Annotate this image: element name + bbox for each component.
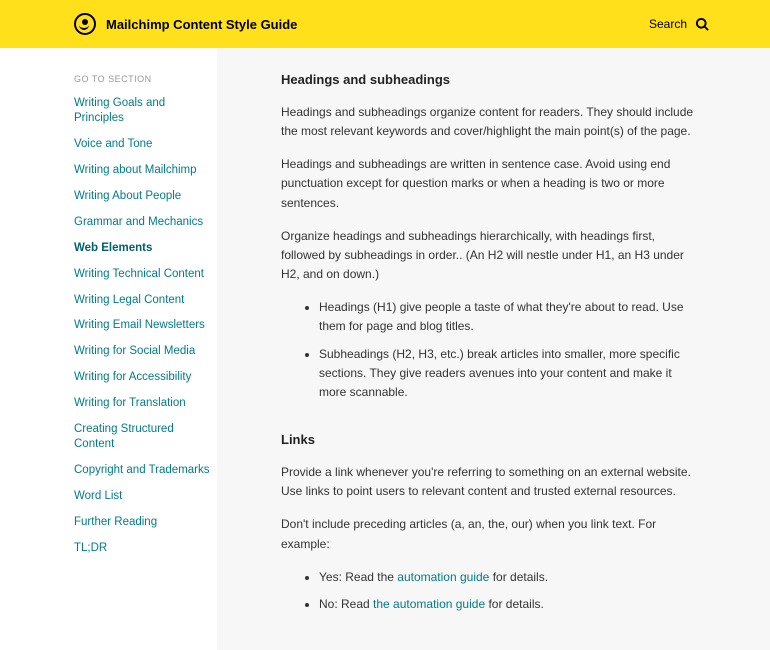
link-automation-guide[interactable]: automation guide xyxy=(397,570,489,584)
site-title: Mailchimp Content Style Guide xyxy=(106,17,297,32)
link-examples-list: Yes: Read the automation guide for detai… xyxy=(281,568,701,614)
sidebar-item[interactable]: TL;DR xyxy=(74,541,217,556)
list-item: Yes: Read the automation guide for detai… xyxy=(319,568,701,587)
sidebar: GO TO SECTION Writing Goals and Principl… xyxy=(0,48,217,650)
section-heading-links: Links xyxy=(281,430,714,451)
main-content: Headings and subheadings Headings and su… xyxy=(217,48,770,650)
heading-types-list: Headings (H1) give people a taste of wha… xyxy=(281,298,701,402)
body-text: Organize headings and subheadings hierar… xyxy=(281,227,701,285)
body-text: Headings and subheadings are written in … xyxy=(281,155,701,213)
sidebar-item[interactable]: Writing Goals and Principles xyxy=(74,96,217,126)
sidebar-item[interactable]: Web Elements xyxy=(74,241,217,256)
link-the-automation-guide[interactable]: the automation guide xyxy=(373,597,485,611)
body-text: Don't include preceding articles (a, an,… xyxy=(281,515,701,553)
sidebar-heading: GO TO SECTION xyxy=(74,74,217,84)
body-text: Headings and subheadings organize conten… xyxy=(281,103,701,141)
sidebar-item[interactable]: Writing Email Newsletters xyxy=(74,318,217,333)
section-heading-headings: Headings and subheadings xyxy=(281,70,714,91)
body-text: Provide a link whenever you're referring… xyxy=(281,463,701,501)
sidebar-item[interactable]: Writing About People xyxy=(74,189,217,204)
sidebar-item[interactable]: Writing about Mailchimp xyxy=(74,163,217,178)
search-icon xyxy=(695,17,710,32)
sidebar-item[interactable]: Copyright and Trademarks xyxy=(74,463,217,478)
mailchimp-logo-icon xyxy=(74,13,96,35)
sidebar-item[interactable]: Writing for Social Media xyxy=(74,344,217,359)
sidebar-item[interactable]: Word List xyxy=(74,489,217,504)
list-item: Subheadings (H2, H3, etc.) break article… xyxy=(319,345,701,403)
header-left: Mailchimp Content Style Guide xyxy=(74,13,297,35)
sidebar-item[interactable]: Creating Structured Content xyxy=(74,422,217,452)
sidebar-item[interactable]: Further Reading xyxy=(74,515,217,530)
list-item: Headings (H1) give people a taste of wha… xyxy=(319,298,701,336)
sidebar-item[interactable]: Writing Legal Content xyxy=(74,293,217,308)
sidebar-item[interactable]: Voice and Tone xyxy=(74,137,217,152)
sidebar-item[interactable]: Writing for Translation xyxy=(74,396,217,411)
header: Mailchimp Content Style Guide Search xyxy=(0,0,770,48)
sidebar-item[interactable]: Writing for Accessibility xyxy=(74,370,217,385)
sidebar-item[interactable]: Grammar and Mechanics xyxy=(74,215,217,230)
list-item: No: Read the automation guide for detail… xyxy=(319,595,701,614)
sidebar-item[interactable]: Writing Technical Content xyxy=(74,267,217,282)
search-label: Search xyxy=(649,17,687,31)
search-button[interactable]: Search xyxy=(649,17,710,32)
